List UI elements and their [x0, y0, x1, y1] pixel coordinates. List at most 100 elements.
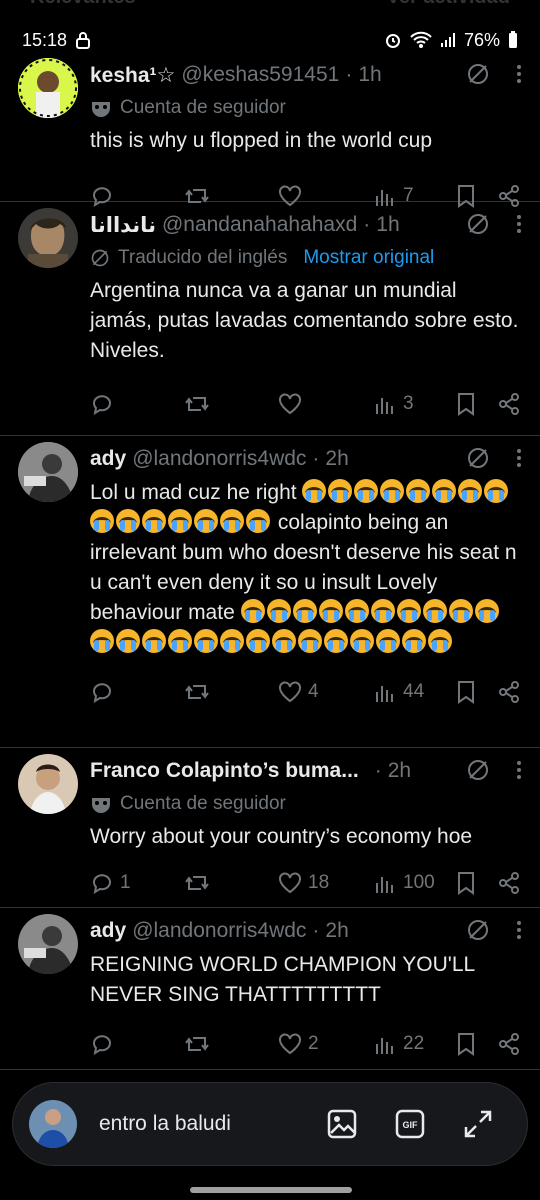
show-original-link[interactable]: Mostrar original: [303, 247, 434, 269]
display-name[interactable]: ady: [90, 919, 126, 943]
retweet-button[interactable]: [184, 680, 216, 704]
more-options-icon[interactable]: [516, 214, 522, 234]
reply-button[interactable]: [90, 392, 120, 416]
grok-icon[interactable]: [466, 212, 490, 236]
separator-dot: ·: [363, 213, 371, 236]
heart-icon: [278, 872, 302, 894]
reply-icon: [90, 871, 114, 895]
share-button[interactable]: [498, 1033, 520, 1055]
tweet[interactable]: ady @landonorris4wdc · 2h REIGNING WORLD…: [0, 908, 540, 1070]
retweet-button[interactable]: [184, 871, 216, 895]
more-options-icon[interactable]: [516, 448, 522, 468]
views-button[interactable]: 44: [375, 681, 424, 703]
retweet-button[interactable]: [184, 1032, 216, 1056]
views-button[interactable]: 3: [375, 393, 414, 415]
tweet-text: Worry about your country’s economy hoe: [90, 825, 473, 848]
like-count: 2: [308, 1033, 319, 1054]
battery-level: 76%: [463, 29, 500, 50]
avatar[interactable]: [18, 208, 78, 268]
grok-icon[interactable]: [466, 446, 490, 470]
handle[interactable]: @nandanahahahaxd: [162, 213, 357, 237]
retweet-icon: [184, 680, 210, 704]
reply-button[interactable]: 1: [90, 871, 131, 895]
more-options-icon[interactable]: [516, 64, 522, 84]
tweet[interactable]: kesha¹☆ @keshas591451 · 1h Cuenta de seg…: [0, 52, 540, 208]
reply-button[interactable]: [90, 680, 120, 704]
mask-icon: [90, 795, 112, 813]
grok-icon[interactable]: [466, 758, 490, 782]
home-indicator[interactable]: [190, 1187, 352, 1193]
tweet[interactable]: نانداانا @nandanahahahaxd · 1h Traducido…: [0, 202, 540, 436]
bookmark-button[interactable]: [456, 1032, 476, 1056]
reply-count: 1: [120, 872, 131, 893]
reply-icon: [90, 392, 114, 416]
handle[interactable]: @landonorris4wdc: [132, 447, 306, 471]
views-icon: [375, 1034, 397, 1054]
reply-composer[interactable]: entro la baludi GIF: [12, 1082, 528, 1166]
like-count: 4: [308, 681, 319, 702]
lock-icon: [75, 31, 91, 49]
grok-icon[interactable]: [466, 62, 490, 86]
share-button[interactable]: [498, 393, 520, 415]
bookmark-button[interactable]: [456, 871, 476, 895]
like-button[interactable]: [278, 393, 308, 415]
replies-feed: kesha¹☆ @keshas591451 · 1h Cuenta de seg…: [0, 52, 540, 1070]
timestamp[interactable]: 1h: [358, 63, 381, 87]
bookmark-button[interactable]: [456, 392, 476, 416]
avatar[interactable]: [18, 754, 78, 814]
svg-text:GIF: GIF: [403, 1120, 419, 1130]
timestamp[interactable]: 2h: [325, 919, 348, 943]
share-button[interactable]: [498, 872, 520, 894]
bookmark-icon: [456, 392, 476, 416]
retweet-icon: [184, 392, 210, 416]
image-icon[interactable]: [327, 1109, 357, 1139]
expand-icon[interactable]: [463, 1109, 493, 1139]
timestamp[interactable]: 2h: [325, 447, 348, 471]
gif-icon[interactable]: GIF: [395, 1109, 425, 1139]
like-button[interactable]: 4: [278, 681, 319, 703]
share-icon: [498, 872, 520, 894]
clock: 15:18: [22, 29, 68, 50]
bookmark-icon: [456, 1032, 476, 1056]
tweet-actions: 4 44: [90, 658, 522, 726]
share-icon: [498, 1033, 520, 1055]
tweet[interactable]: ady @landonorris4wdc · 2h Lol u mad cuz …: [0, 436, 540, 748]
reply-icon: [90, 1032, 114, 1056]
reply-input[interactable]: entro la baludi: [99, 1112, 327, 1136]
tweet-actions: 2 22: [90, 1010, 522, 1078]
display-name[interactable]: نانداانا: [90, 213, 156, 238]
grok-icon[interactable]: [466, 918, 490, 942]
reply-button[interactable]: [90, 1032, 120, 1056]
timestamp[interactable]: 1h: [376, 213, 399, 237]
timestamp[interactable]: 2h: [388, 759, 411, 783]
handle[interactable]: @keshas591451: [181, 63, 339, 87]
mask-icon: [90, 99, 112, 117]
avatar[interactable]: [18, 442, 78, 502]
views-button[interactable]: 22: [375, 1033, 424, 1055]
more-options-icon[interactable]: [516, 760, 522, 780]
like-button[interactable]: 2: [278, 1033, 319, 1055]
view-count: 22: [403, 1033, 425, 1054]
display-name[interactable]: ady: [90, 447, 126, 471]
tweet-text-part-1: Lol u mad cuz he right: [90, 481, 297, 504]
share-button[interactable]: [498, 681, 520, 703]
meta-text: Cuenta de seguidor: [120, 97, 286, 118]
handle[interactable]: @landonorris4wdc: [132, 919, 306, 943]
meta-text: Cuenta de seguidor: [120, 793, 286, 814]
display-name[interactable]: kesha¹☆: [90, 63, 175, 88]
retweet-button[interactable]: [184, 392, 216, 416]
more-options-icon[interactable]: [516, 920, 522, 940]
avatar[interactable]: [18, 58, 78, 118]
share-icon: [498, 393, 520, 415]
tweet[interactable]: Franco Colapinto’s buma... · 2h Cuenta d…: [0, 748, 540, 908]
tweet-actions: 3: [90, 370, 522, 438]
tweet-text: REIGNING WORLD CHAMPION YOU'LL NEVER SIN…: [90, 953, 475, 1006]
bookmark-button[interactable]: [456, 680, 476, 704]
user-avatar[interactable]: [29, 1100, 77, 1148]
heart-icon: [278, 681, 302, 703]
like-button[interactable]: 18: [278, 872, 329, 894]
avatar[interactable]: [18, 914, 78, 974]
display-name[interactable]: Franco Colapinto’s buma...: [90, 759, 359, 783]
views-icon: [375, 682, 397, 702]
views-button[interactable]: 100: [375, 872, 435, 894]
